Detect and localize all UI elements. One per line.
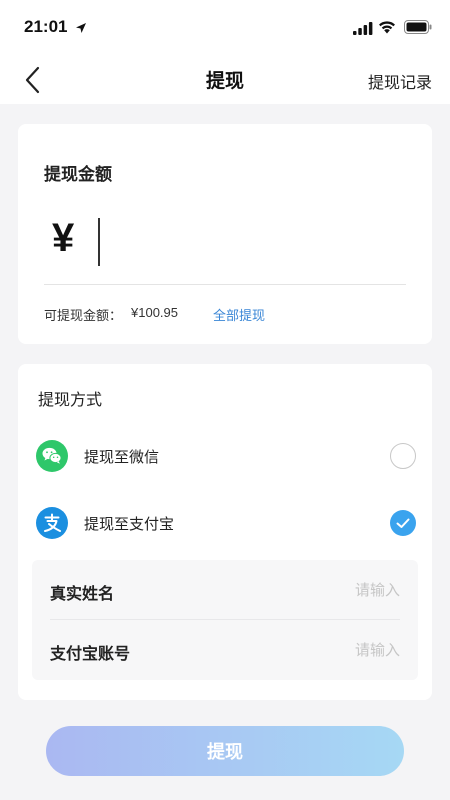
status-time: 21:01 <box>24 17 68 36</box>
option-alipay[interactable]: 提现至支付宝 <box>18 498 432 548</box>
available-amount-label: 可提现金额： <box>44 309 123 324</box>
checkmark-icon <box>396 518 410 528</box>
real-name-label: 真实姓名 <box>50 584 115 603</box>
withdraw-amount-card: 提现金额 ¥ 可提现金额： ¥100.95 全部提现 <box>18 124 432 344</box>
alipay-account-input[interactable] <box>220 636 400 664</box>
alipay-icon <box>36 507 68 539</box>
option-wechat[interactable]: 提现至微信 <box>18 431 432 481</box>
real-name-row: 真实姓名 <box>32 560 418 620</box>
cellular-signal-icon <box>353 20 373 39</box>
amount-input[interactable] <box>96 214 396 270</box>
real-name-input[interactable] <box>220 576 400 604</box>
divider <box>44 284 406 285</box>
alipay-radio-checked[interactable] <box>390 510 416 536</box>
withdraw-history-link[interactable]: 提现记录 <box>368 69 432 93</box>
battery-icon <box>404 19 432 38</box>
option-alipay-label: 提现至支付宝 <box>84 515 175 533</box>
option-wechat-label: 提现至微信 <box>84 448 160 466</box>
wechat-icon <box>36 440 68 472</box>
currency-symbol: ¥ <box>52 216 75 260</box>
wechat-radio[interactable] <box>390 443 416 469</box>
amount-title: 提现金额 <box>44 165 112 185</box>
withdraw-all-button[interactable]: 全部提现 <box>213 305 265 324</box>
alipay-account-label: 支付宝账号 <box>50 644 131 663</box>
withdraw-method-card: 提现方式 提现至微信 提现至支付宝 真实姓名 请输入 支付宝账号 请输入 <box>18 364 432 700</box>
available-amount-value: ¥100.95 <box>131 305 178 320</box>
status-bar: 21:01 <box>0 0 450 56</box>
navigation-bar: 提现 提现记录 <box>0 56 450 104</box>
location-arrow-icon <box>75 19 87 38</box>
alipay-account-row: 支付宝账号 <box>32 620 418 680</box>
method-title: 提现方式 <box>38 390 103 409</box>
withdraw-submit-button[interactable]: 提现 <box>46 726 404 776</box>
wifi-icon <box>378 19 396 38</box>
alipay-info-form: 真实姓名 支付宝账号 <box>32 560 418 680</box>
